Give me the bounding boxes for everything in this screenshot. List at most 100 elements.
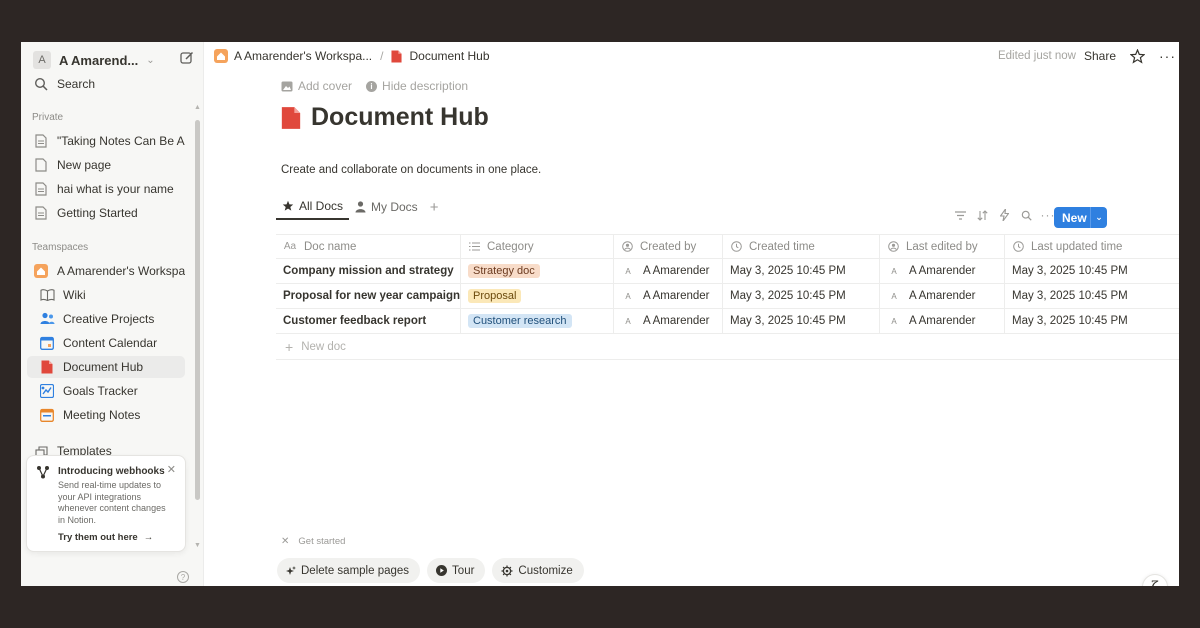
- last-edited-by-cell[interactable]: A A Amarender: [880, 283, 1005, 309]
- breadcrumb-page[interactable]: Document Hub: [391, 49, 490, 63]
- breadcrumb-workspace[interactable]: A Amarender's Workspa...: [214, 49, 372, 63]
- sidebar-item-label: hai what is your name: [57, 182, 174, 196]
- webhook-link[interactable]: Try them out here →: [58, 532, 153, 543]
- category-cell[interactable]: Strategy doc: [461, 258, 614, 284]
- category-tag: Customer research: [468, 314, 572, 328]
- automation-icon[interactable]: [993, 209, 1015, 221]
- created-by-cell[interactable]: A A Amarender: [614, 258, 723, 284]
- search-icon[interactable]: [1015, 210, 1037, 221]
- notion-ai-help-button[interactable]: ζ: [1142, 574, 1168, 586]
- column-header-created-by[interactable]: Created by: [614, 234, 723, 259]
- sidebar-item-content-calendar[interactable]: Content Calendar: [33, 332, 185, 354]
- search-label: Search: [57, 77, 96, 91]
- category-cell[interactable]: Proposal: [461, 283, 614, 309]
- last-edited-by: A Amarender: [909, 290, 976, 302]
- more-options-icon[interactable]: ···: [1159, 48, 1176, 64]
- column-header-doc-name[interactable]: Aa Doc name: [276, 234, 461, 259]
- teamspaces-section-label: Teamspaces: [32, 242, 89, 253]
- sidebar-item-getting-started[interactable]: Getting Started: [27, 202, 185, 224]
- table-row[interactable]: Proposal for new year campaign Proposal A A…: [276, 283, 1179, 309]
- page-actions: Add cover i Hide description: [281, 79, 482, 93]
- doc-name-cell[interactable]: Proposal for new year campaign: [276, 283, 461, 309]
- ai-face-icon: ζ: [1151, 579, 1159, 586]
- table-row[interactable]: Company mission and strategy Strategy doc…: [276, 258, 1179, 284]
- document-icon: [39, 359, 55, 375]
- help-icon[interactable]: ?: [177, 571, 189, 583]
- search-item[interactable]: Search: [27, 73, 185, 95]
- column-header-created-time[interactable]: Created time: [723, 234, 880, 259]
- add-cover-button[interactable]: Add cover: [281, 79, 352, 93]
- doc-name-cell[interactable]: Customer feedback report: [276, 308, 461, 334]
- sidebar-item-label: "Taking Notes Can Be A...: [57, 134, 185, 148]
- sidebar-item-creative-projects[interactable]: Creative Projects: [33, 308, 185, 330]
- last-edited-by-cell[interactable]: A A Amarender: [880, 308, 1005, 334]
- sidebar-item-document-hub[interactable]: Document Hub: [27, 356, 185, 378]
- sidebar-item-taking-notes[interactable]: "Taking Notes Can Be A...: [27, 130, 185, 152]
- get-started-buttons: Delete sample pages Tour Customize: [277, 558, 591, 583]
- chevron-down-icon[interactable]: ⌄: [1091, 212, 1107, 223]
- close-icon[interactable]: ✕: [281, 536, 289, 547]
- page-description[interactable]: Create and collaborate on documents in o…: [281, 164, 541, 176]
- sidebar-item-label: A Amarender's Workspa...: [57, 264, 185, 278]
- last-edited-by: A Amarender: [909, 265, 976, 277]
- topbar-actions: Edited just now Share ···: [998, 42, 1179, 70]
- new-page-icon[interactable]: [179, 50, 197, 68]
- webhook-announcement-card: Introducing webhooks Send real-time upda…: [26, 455, 186, 552]
- doc-name[interactable]: Company mission and strategy: [283, 265, 454, 277]
- sidebar-item-goals-tracker[interactable]: Goals Tracker: [33, 380, 185, 402]
- hide-description-button[interactable]: i Hide description: [366, 79, 468, 93]
- sidebar-scrollbar[interactable]: ▲ ▼: [194, 104, 201, 549]
- home-icon: [33, 263, 49, 279]
- sidebar-item-label: Meeting Notes: [63, 408, 141, 422]
- category-cell[interactable]: Customer research: [461, 308, 614, 334]
- button-label: Delete sample pages: [301, 564, 410, 577]
- plus-icon: +: [285, 338, 294, 355]
- customize-button[interactable]: Customize: [492, 558, 584, 583]
- share-button[interactable]: Share: [1084, 49, 1116, 63]
- tab-all-docs[interactable]: All Docs: [276, 194, 350, 220]
- clock-icon: [730, 241, 742, 253]
- last-edited-by-cell[interactable]: A A Amarender: [880, 258, 1005, 284]
- sidebar-item-new-page[interactable]: New page: [27, 154, 185, 176]
- scrollbar-thumb[interactable]: [195, 120, 200, 500]
- doc-name-cell[interactable]: Company mission and strategy: [276, 258, 461, 284]
- filter-icon[interactable]: [949, 210, 971, 220]
- sidebar-item-meeting-notes[interactable]: Meeting Notes: [33, 404, 185, 426]
- column-label: Created time: [749, 240, 815, 253]
- doc-name[interactable]: Customer feedback report: [283, 315, 426, 327]
- sidebar-item-teamspace[interactable]: A Amarender's Workspa...: [27, 260, 185, 282]
- table-row[interactable]: Customer feedback report Customer researc…: [276, 308, 1179, 334]
- created-by-cell[interactable]: A A Amarender: [614, 283, 723, 309]
- add-view-icon[interactable]: +: [430, 199, 439, 216]
- sidebar-item-label: Content Calendar: [63, 336, 158, 350]
- get-started-label: Get started: [298, 536, 346, 547]
- document-icon[interactable]: [281, 106, 301, 130]
- doc-name[interactable]: Proposal for new year campaign: [283, 290, 460, 302]
- sort-icon[interactable]: [971, 209, 993, 221]
- page-title[interactable]: Document Hub: [311, 103, 489, 132]
- tab-my-docs[interactable]: My Docs: [349, 194, 424, 220]
- book-icon: [39, 287, 55, 303]
- workspace-switcher[interactable]: A A Amarend... ⌄: [29, 47, 197, 73]
- column-header-last-updated-time[interactable]: Last updated time: [1005, 234, 1179, 259]
- breadcrumb-page-label: Document Hub: [409, 49, 490, 63]
- sidebar-item-hai[interactable]: hai what is your name: [27, 178, 185, 200]
- avatar: A: [625, 266, 631, 276]
- delete-sample-pages-button[interactable]: Delete sample pages: [277, 558, 421, 583]
- sidebar-item-wiki[interactable]: Wiki: [33, 284, 185, 306]
- tour-button[interactable]: Tour: [427, 558, 486, 583]
- created-by-cell[interactable]: A A Amarender: [614, 308, 723, 334]
- new-button[interactable]: New ⌄: [1054, 207, 1107, 228]
- new-doc-row[interactable]: + New doc: [276, 334, 1179, 360]
- column-label: Category: [487, 240, 534, 253]
- star-icon[interactable]: [1130, 48, 1145, 64]
- scroll-down-icon[interactable]: ▼: [194, 542, 201, 549]
- column-header-last-edited-by[interactable]: Last edited by: [880, 234, 1005, 259]
- person-icon: [355, 201, 366, 213]
- column-label: Doc name: [304, 240, 357, 253]
- column-header-category[interactable]: Category: [461, 234, 614, 259]
- scroll-up-icon[interactable]: ▲: [194, 104, 201, 111]
- docs-table: Aa Doc name Category Created by Created …: [276, 234, 1179, 360]
- person-icon: [621, 241, 633, 253]
- close-icon[interactable]: ✕: [167, 463, 176, 476]
